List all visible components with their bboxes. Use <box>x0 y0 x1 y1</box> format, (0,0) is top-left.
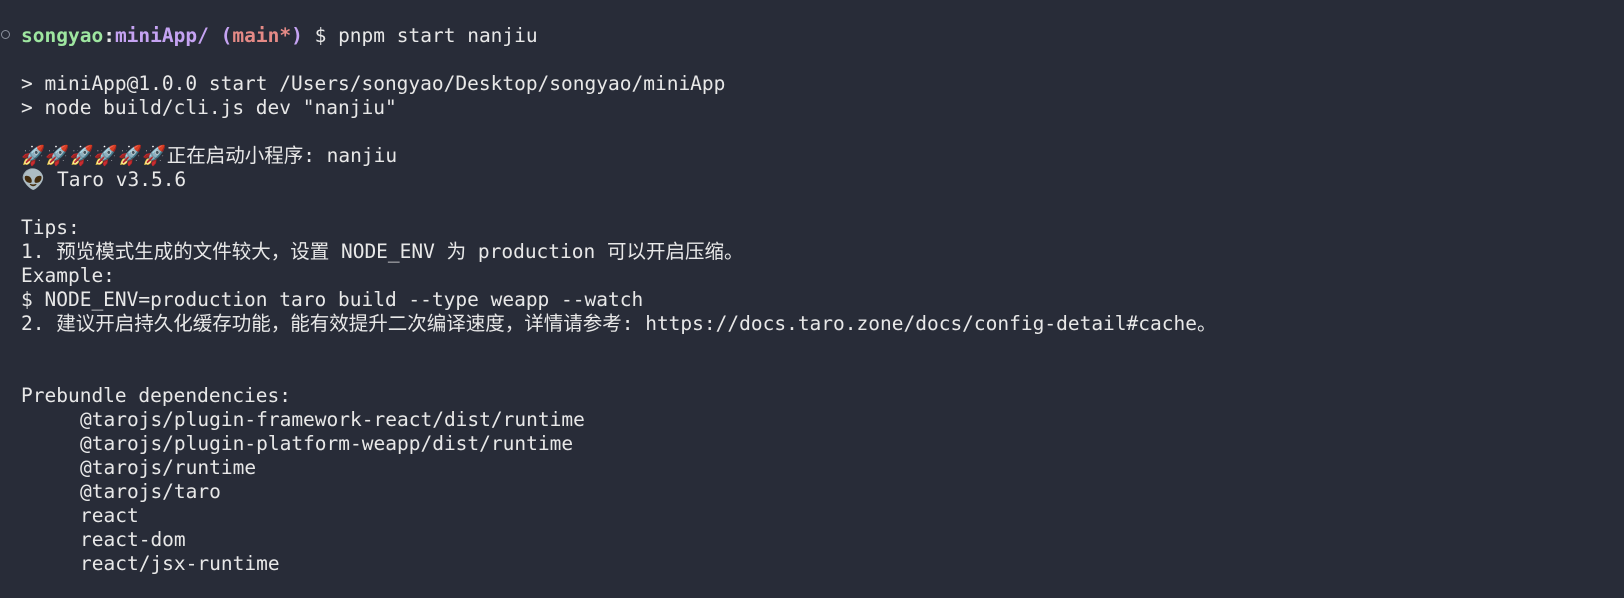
prompt-user: songyao <box>21 24 104 47</box>
prompt-separator: : <box>103 24 115 47</box>
prebundle-heading: Prebundle dependencies: <box>21 384 292 407</box>
script-line: > node build/cli.js dev "nanjiu" <box>21 96 397 119</box>
prompt-command: pnpm start nanjiu <box>338 24 538 47</box>
dependency-item: @tarojs/plugin-framework-react/dist/runt… <box>80 408 585 431</box>
dependency-item: @tarojs/runtime <box>80 456 257 479</box>
dependency-item: @tarojs/plugin-platform-weapp/dist/runti… <box>80 432 574 455</box>
dependency-item: @tarojs/taro <box>80 480 221 503</box>
tip-line: 1. 预览模式生成的文件较大，设置 NODE_ENV 为 production … <box>21 240 744 263</box>
terminal-window[interactable]: songyao:miniApp/ (main*) $ pnpm start na… <box>0 0 1624 598</box>
branch-open-paren: ( <box>220 24 233 47</box>
prompt-git-branch: main* <box>232 24 292 47</box>
version-line: 👽 Taro v3.5.6 <box>21 168 1624 192</box>
script-line: > miniApp@1.0.0 start /Users/songyao/Des… <box>21 72 726 95</box>
prompt-marker-icon <box>1 30 10 39</box>
branch-close-paren: ) <box>291 24 303 47</box>
tips-heading: Tips: <box>21 216 80 239</box>
dependency-item: react/jsx-runtime <box>80 552 280 575</box>
command-prompt-line: songyao:miniApp/ (main*) $ pnpm start na… <box>21 24 1624 48</box>
version-text: Taro v3.5.6 <box>57 168 187 191</box>
example-command: $ NODE_ENV=production taro build --type … <box>21 288 644 311</box>
rocket-icon: 🚀🚀🚀🚀🚀🚀 <box>21 144 167 167</box>
example-heading: Example: <box>21 264 115 287</box>
alien-icon: 👽 <box>21 168 46 191</box>
prompt-directory: miniApp/ <box>114 24 209 47</box>
launch-text: 正在启动小程序: nanjiu <box>166 144 398 167</box>
prompt-symbol: $ <box>314 24 327 47</box>
dependency-item: react <box>80 504 139 527</box>
launch-line: 🚀🚀🚀🚀🚀🚀正在启动小程序: nanjiu <box>21 144 1624 168</box>
tip-line: 2. 建议开启持久化缓存功能，能有效提升二次编译速度，详情请参考: https:… <box>21 312 1217 335</box>
dependency-item: react-dom <box>80 528 186 551</box>
